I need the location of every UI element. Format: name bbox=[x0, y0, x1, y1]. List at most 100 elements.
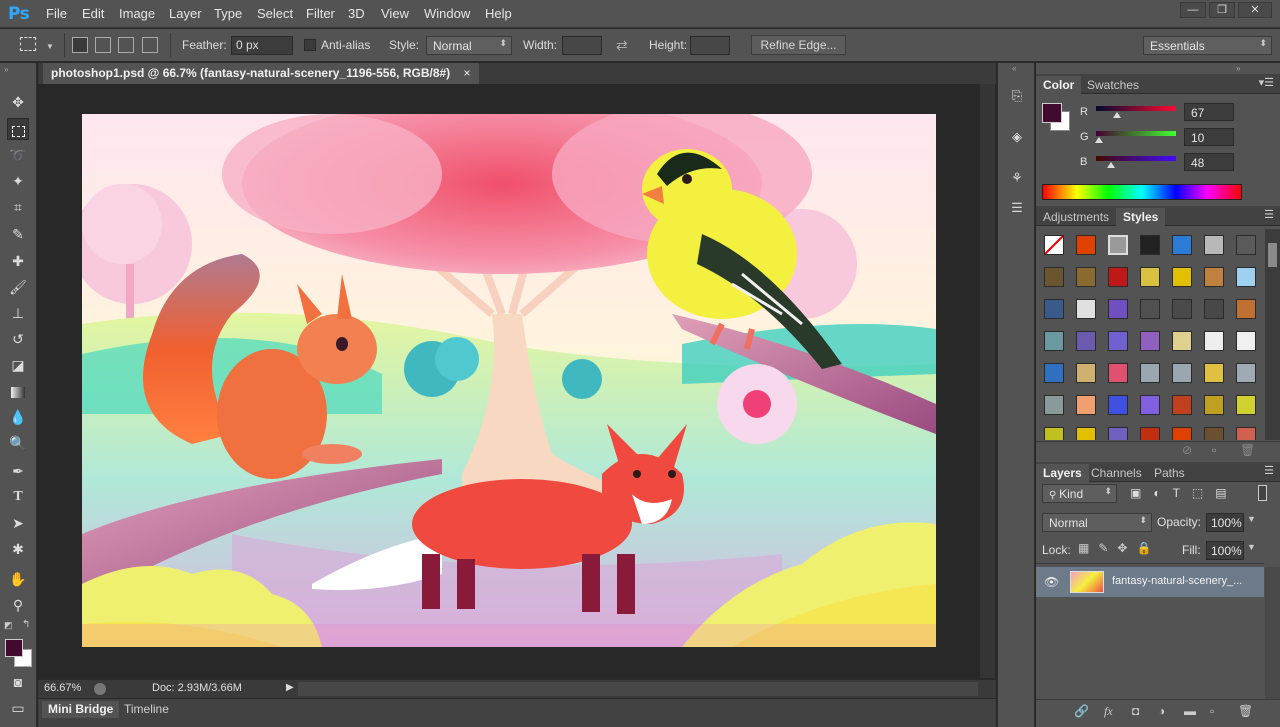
subtract-selection-icon[interactable] bbox=[118, 37, 134, 53]
style-swatch[interactable] bbox=[1172, 267, 1192, 287]
style-swatch[interactable] bbox=[1236, 267, 1256, 287]
style-swatch[interactable] bbox=[1108, 331, 1128, 351]
style-swatch[interactable] bbox=[1108, 267, 1128, 287]
canvas-vertical-scrollbar[interactable] bbox=[980, 84, 995, 678]
collapse-arrows-icon[interactable]: « bbox=[1012, 64, 1016, 73]
style-swatch[interactable] bbox=[1076, 395, 1096, 415]
style-swatch[interactable] bbox=[1044, 267, 1064, 287]
tab-mini-bridge[interactable]: Mini Bridge bbox=[42, 701, 120, 718]
intersect-selection-icon[interactable] bbox=[142, 37, 158, 53]
default-colors-icon[interactable]: ◩ bbox=[4, 620, 13, 631]
menu-window[interactable]: Window bbox=[424, 6, 470, 21]
foreground-color-swatch[interactable] bbox=[5, 639, 23, 657]
style-swatch[interactable] bbox=[1076, 235, 1096, 255]
new-layer-icon[interactable]: ▫ bbox=[1210, 704, 1214, 718]
menu-edit[interactable]: Edit bbox=[82, 6, 104, 21]
adjustment-layer-icon[interactable]: ◑ bbox=[1158, 704, 1165, 718]
blend-mode-select[interactable]: Normal ⬍ bbox=[1042, 513, 1152, 532]
channel-r-slider[interactable] bbox=[1096, 106, 1176, 118]
layer-filter-select[interactable]: ⚲ Kind ⬍ bbox=[1042, 484, 1117, 503]
style-swatch[interactable] bbox=[1172, 427, 1192, 440]
properties-panel-icon[interactable]: ◈ bbox=[1008, 129, 1026, 147]
channel-b-thumb[interactable] bbox=[1107, 162, 1116, 168]
style-swatch[interactable] bbox=[1236, 331, 1256, 351]
style-swatch[interactable] bbox=[1076, 331, 1096, 351]
menu-3d[interactable]: 3D bbox=[348, 6, 365, 21]
close-button[interactable]: ✕ bbox=[1238, 2, 1272, 18]
style-swatch[interactable] bbox=[1172, 331, 1192, 351]
lock-options-icons[interactable]: ▦✎✥🔒 bbox=[1078, 541, 1160, 555]
clear-style-icon[interactable]: ⊘ bbox=[1182, 443, 1192, 457]
pen-tool-icon[interactable]: ✒ bbox=[7, 460, 29, 482]
style-swatch[interactable] bbox=[1108, 299, 1128, 319]
channel-b-slider[interactable] bbox=[1096, 156, 1176, 168]
document-canvas-image[interactable] bbox=[82, 114, 936, 647]
swap-colors-icon[interactable]: ↰ bbox=[22, 619, 30, 630]
layer-style-fx-icon[interactable]: fx bbox=[1104, 704, 1113, 719]
tool-presets-icon[interactable]: ☰ bbox=[1008, 200, 1026, 218]
style-swatch[interactable] bbox=[1044, 235, 1064, 255]
minimize-button[interactable]: — bbox=[1180, 2, 1206, 18]
custom-shape-tool-icon[interactable]: ✱ bbox=[7, 538, 29, 560]
add-selection-icon[interactable] bbox=[95, 37, 111, 53]
style-swatch[interactable] bbox=[1236, 235, 1256, 255]
fill-dropdown-icon[interactable]: ▼ bbox=[1247, 542, 1256, 552]
menu-help[interactable]: Help bbox=[485, 6, 512, 21]
style-swatch[interactable] bbox=[1044, 331, 1064, 351]
foreground-preview[interactable] bbox=[1042, 103, 1062, 123]
style-swatch[interactable] bbox=[1108, 427, 1128, 440]
zoom-tool-icon[interactable]: ⚲ bbox=[7, 594, 29, 616]
style-swatch[interactable] bbox=[1044, 363, 1064, 383]
style-swatch[interactable] bbox=[1204, 363, 1224, 383]
style-swatch[interactable] bbox=[1204, 299, 1224, 319]
style-swatch[interactable] bbox=[1044, 299, 1064, 319]
menu-image[interactable]: Image bbox=[119, 6, 155, 21]
style-swatch[interactable] bbox=[1140, 267, 1160, 287]
style-swatch[interactable] bbox=[1140, 427, 1160, 440]
layer-filter-icons[interactable]: ▣◐T⬚▤ bbox=[1130, 486, 1239, 500]
feather-input[interactable]: 0 px bbox=[231, 36, 293, 55]
preset-dropdown-arrow-icon[interactable]: ▼ bbox=[46, 42, 54, 51]
status-menu-arrow-icon[interactable]: ▶ bbox=[286, 682, 294, 693]
menu-file[interactable]: File bbox=[46, 6, 67, 21]
fill-input[interactable]: 100% bbox=[1206, 541, 1244, 560]
menu-type[interactable]: Type bbox=[214, 6, 242, 21]
style-swatch[interactable] bbox=[1204, 427, 1224, 440]
panel-menu-icon[interactable]: ▾☰ bbox=[1259, 76, 1274, 89]
style-swatch[interactable] bbox=[1108, 395, 1128, 415]
filter-toggle[interactable] bbox=[1258, 485, 1267, 501]
style-swatch[interactable] bbox=[1140, 363, 1160, 383]
style-swatch[interactable] bbox=[1204, 331, 1224, 351]
style-swatch[interactable] bbox=[1108, 363, 1128, 383]
eraser-tool-icon[interactable]: ◪ bbox=[7, 354, 29, 376]
menu-layer[interactable]: Layer bbox=[169, 6, 202, 21]
style-swatch[interactable] bbox=[1076, 299, 1096, 319]
zoom-level[interactable]: 66.67% bbox=[44, 682, 81, 694]
horizontal-scrollbar[interactable] bbox=[298, 682, 978, 696]
style-swatch[interactable] bbox=[1140, 331, 1160, 351]
marquee-preset-icon[interactable] bbox=[20, 37, 36, 51]
layers-scrollbar[interactable] bbox=[1265, 567, 1280, 707]
magic-wand-tool-icon[interactable]: ✦ bbox=[7, 170, 29, 192]
tab-swatches[interactable]: Swatches bbox=[1080, 76, 1146, 94]
collapse-arrows-icon[interactable]: » bbox=[1236, 64, 1240, 73]
channel-b-value[interactable]: 48 bbox=[1184, 153, 1234, 171]
eyedropper-tool-icon[interactable]: ✎ bbox=[7, 223, 29, 245]
channel-g-thumb[interactable] bbox=[1095, 137, 1104, 143]
channel-g-value[interactable]: 10 bbox=[1184, 128, 1234, 146]
tab-adjustments[interactable]: Adjustments bbox=[1036, 208, 1116, 226]
channel-r-thumb[interactable] bbox=[1112, 112, 1121, 118]
menu-filter[interactable]: Filter bbox=[306, 6, 335, 21]
crop-tool-icon[interactable]: ⌗ bbox=[7, 196, 29, 218]
path-selection-tool-icon[interactable]: ➤ bbox=[7, 512, 29, 534]
height-input[interactable] bbox=[690, 36, 730, 55]
lasso-tool-icon[interactable]: ➰ bbox=[7, 144, 29, 166]
delete-style-icon[interactable]: 🗑 bbox=[1240, 443, 1255, 457]
rectangular-marquee-tool-icon[interactable] bbox=[7, 118, 29, 140]
style-swatch[interactable] bbox=[1140, 299, 1160, 319]
style-swatch[interactable] bbox=[1076, 363, 1096, 383]
document-tab[interactable]: photoshop1.psd @ 66.7% (fantasy-natural-… bbox=[43, 63, 479, 84]
channel-g-slider[interactable] bbox=[1095, 131, 1176, 143]
workspace-select[interactable]: Essentials ⬍ bbox=[1143, 36, 1272, 55]
tab-layers[interactable]: Layers bbox=[1036, 464, 1089, 482]
